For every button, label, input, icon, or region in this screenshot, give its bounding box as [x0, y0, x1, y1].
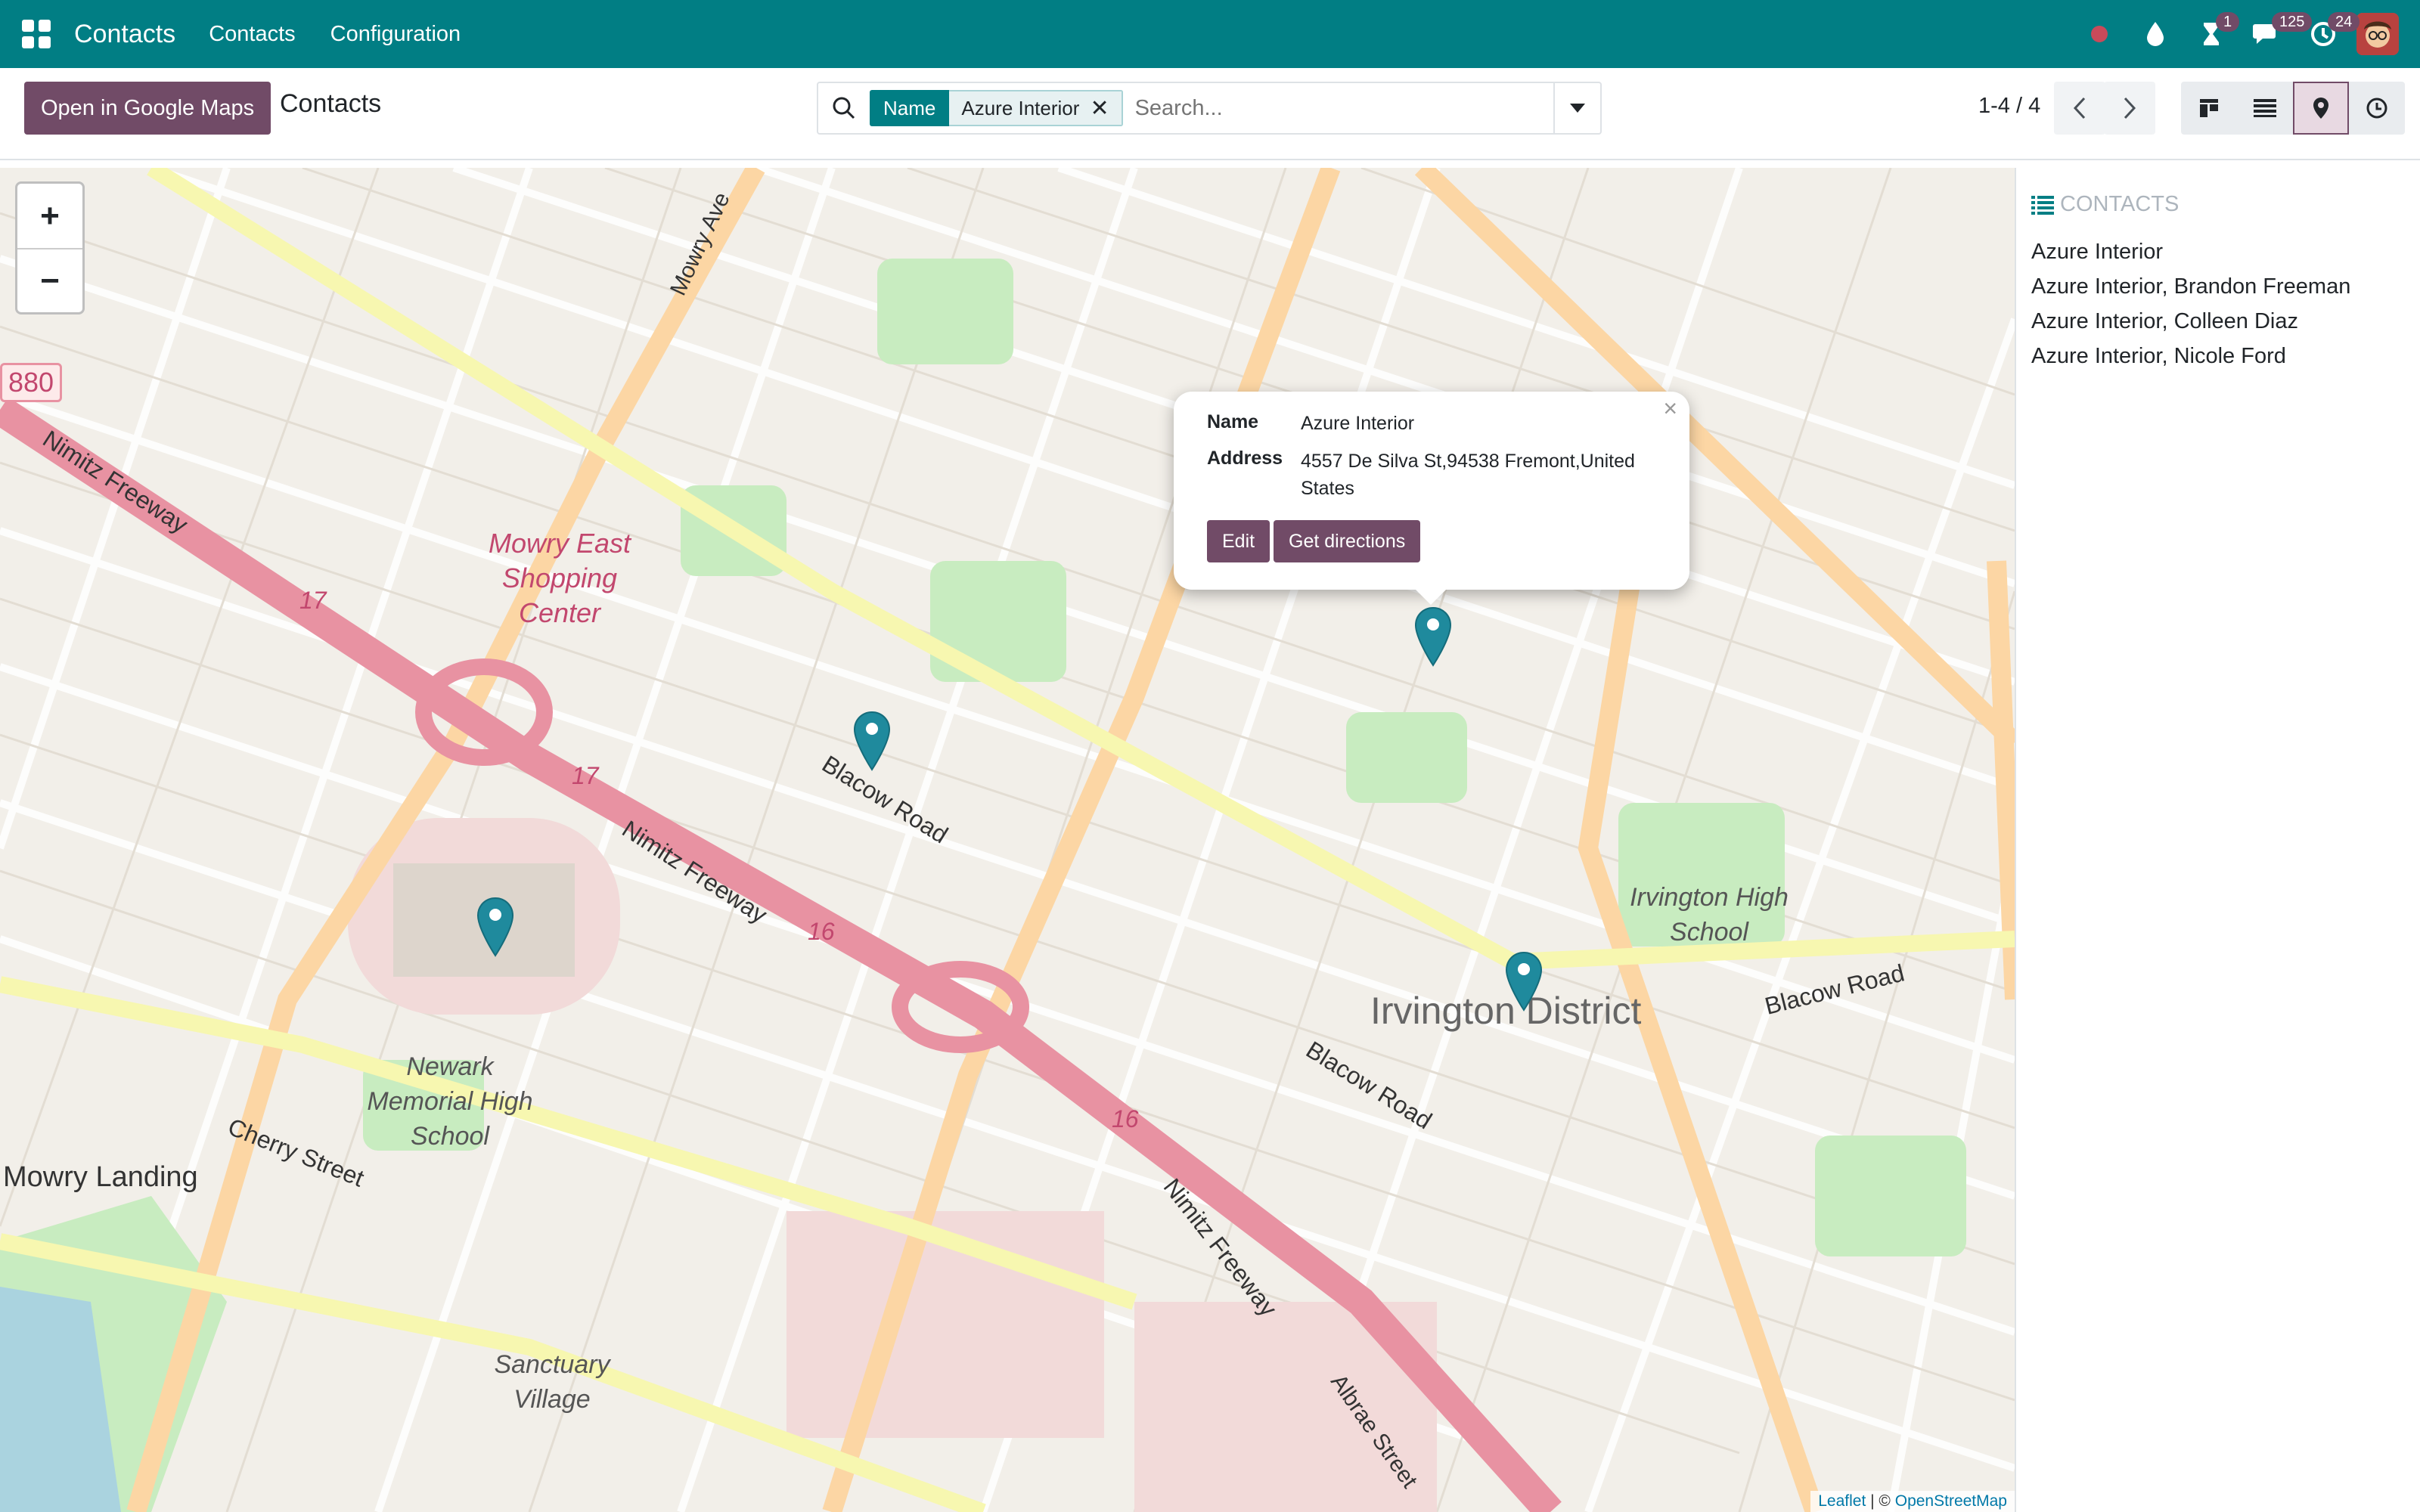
- contacts-sidebar: CONTACTS Azure Interior Azure Interior, …: [2015, 168, 2420, 1512]
- search-bar: Name Azure Interior ✕: [817, 82, 1602, 135]
- highway-number: 17: [299, 587, 327, 614]
- highway-number: 16: [1112, 1105, 1139, 1132]
- sidebar-contact-item[interactable]: Azure Interior, Nicole Ford: [2031, 339, 2350, 373]
- map-tiles: [0, 168, 2015, 1512]
- systray: 1 125 24: [2077, 0, 2420, 68]
- apps-menu-icon[interactable]: [21, 19, 51, 49]
- facet-value: Azure Interior ✕: [949, 90, 1123, 126]
- map-marker-icon[interactable]: [853, 711, 891, 771]
- drop-icon[interactable]: [2133, 0, 2178, 68]
- place-label: Irvington High School: [1630, 883, 1789, 947]
- pager-value[interactable]: 1-4 / 4: [1978, 94, 2040, 119]
- list-icon: [2031, 195, 2054, 215]
- caret-down-icon: [1570, 104, 1585, 113]
- popup-name-value: Azure Interior: [1301, 413, 1415, 434]
- place-label: Sanctuary Village: [494, 1350, 610, 1414]
- highway-shield: 880: [0, 363, 63, 402]
- highway-number: 17: [572, 762, 599, 789]
- zoom-in-button[interactable]: +: [17, 184, 82, 248]
- kanban-icon: [2200, 99, 2218, 117]
- map-marker-icon[interactable]: [476, 897, 514, 957]
- place-label: Mowry Landing: [3, 1161, 198, 1193]
- map-marker-icon[interactable]: [1414, 606, 1452, 667]
- zoom-out-button[interactable]: −: [17, 248, 82, 312]
- map-pin-icon: [2313, 98, 2328, 119]
- list-view-button[interactable]: [2237, 82, 2293, 135]
- search-icon[interactable]: [818, 83, 870, 133]
- facet-value-text: Azure Interior: [961, 96, 1080, 119]
- map-marker-icon[interactable]: [1505, 951, 1543, 1012]
- pager-previous-button[interactable]: [2054, 82, 2105, 135]
- clock-icon[interactable]: 24: [2301, 0, 2360, 68]
- recording-dot-icon[interactable]: [2077, 0, 2122, 68]
- popup-address-value: 4557 De Silva St,94538 Fremont,United St…: [1301, 451, 1635, 499]
- attribution-separator: | ©: [1866, 1492, 1895, 1510]
- sidebar-title-text: CONTACTS: [2060, 192, 2180, 216]
- menu-contacts[interactable]: Contacts: [209, 22, 295, 47]
- sidebar-contact-item[interactable]: Azure Interior, Colleen Diaz: [2031, 304, 2350, 339]
- kanban-view-button[interactable]: [2181, 82, 2237, 135]
- place-label: Mowry East Shopping Center: [488, 528, 631, 628]
- messages-icon[interactable]: 125: [2245, 0, 2313, 68]
- facet-remove-icon[interactable]: ✕: [1090, 95, 1109, 122]
- open-google-maps-button[interactable]: Open in Google Maps: [24, 82, 271, 135]
- list-icon: [2254, 99, 2276, 117]
- sidebar-contact-item[interactable]: Azure Interior, Brandon Freeman: [2031, 269, 2350, 304]
- activity-hourglass-icon[interactable]: 1: [2189, 0, 2240, 68]
- menu-configuration[interactable]: Configuration: [330, 22, 461, 47]
- chevron-left-icon: [2073, 97, 2086, 119]
- control-panel: Open in Google Maps Contacts Name Azure …: [0, 68, 2420, 160]
- leaflet-link[interactable]: Leaflet: [1818, 1492, 1866, 1510]
- app-brand[interactable]: Contacts: [74, 20, 175, 49]
- popup-close-icon[interactable]: ×: [1663, 395, 1677, 423]
- map-canvas[interactable]: Mowry East Shopping Center Blacow Road B…: [0, 168, 2015, 1512]
- marker-popup: × Name Azure Interior Address 4557 De Si…: [1174, 392, 1689, 605]
- activity-badge: 1: [2216, 12, 2240, 32]
- search-input[interactable]: [1134, 95, 1553, 121]
- sidebar-contact-item[interactable]: Azure Interior: [2031, 234, 2350, 269]
- search-options-toggle[interactable]: [1553, 83, 1600, 133]
- top-navbar: Contacts Contacts Configuration 1 125 24: [0, 0, 2420, 68]
- sidebar-list: Azure Interior Azure Interior, Brandon F…: [2031, 234, 2350, 373]
- pager-next-button[interactable]: [2104, 82, 2155, 135]
- openstreetmap-link[interactable]: OpenStreetMap: [1895, 1492, 2007, 1510]
- chevron-right-icon: [2124, 97, 2136, 119]
- edit-button[interactable]: Edit: [1207, 520, 1270, 562]
- map-view-button[interactable]: [2293, 82, 2349, 135]
- zoom-control: + −: [15, 181, 85, 314]
- activity-view-button[interactable]: [2349, 82, 2405, 135]
- popup-name-label: Name: [1207, 411, 1259, 432]
- search-facet: Name Azure Interior ✕: [870, 90, 1123, 126]
- breadcrumb: Contacts: [280, 89, 382, 118]
- sidebar-title: CONTACTS: [2031, 192, 2179, 217]
- highway-number: 16: [808, 918, 835, 945]
- clock-badge: 24: [2328, 12, 2360, 32]
- place-label: Newark Memorial High School: [367, 1052, 533, 1151]
- popup-address-label: Address: [1207, 448, 1283, 469]
- get-directions-button[interactable]: Get directions: [1274, 520, 1421, 562]
- user-avatar[interactable]: [2356, 13, 2399, 55]
- clock-icon: [2366, 98, 2387, 119]
- map-attribution: Leaflet | © OpenStreetMap: [1810, 1491, 2015, 1512]
- facet-label: Name: [870, 90, 950, 126]
